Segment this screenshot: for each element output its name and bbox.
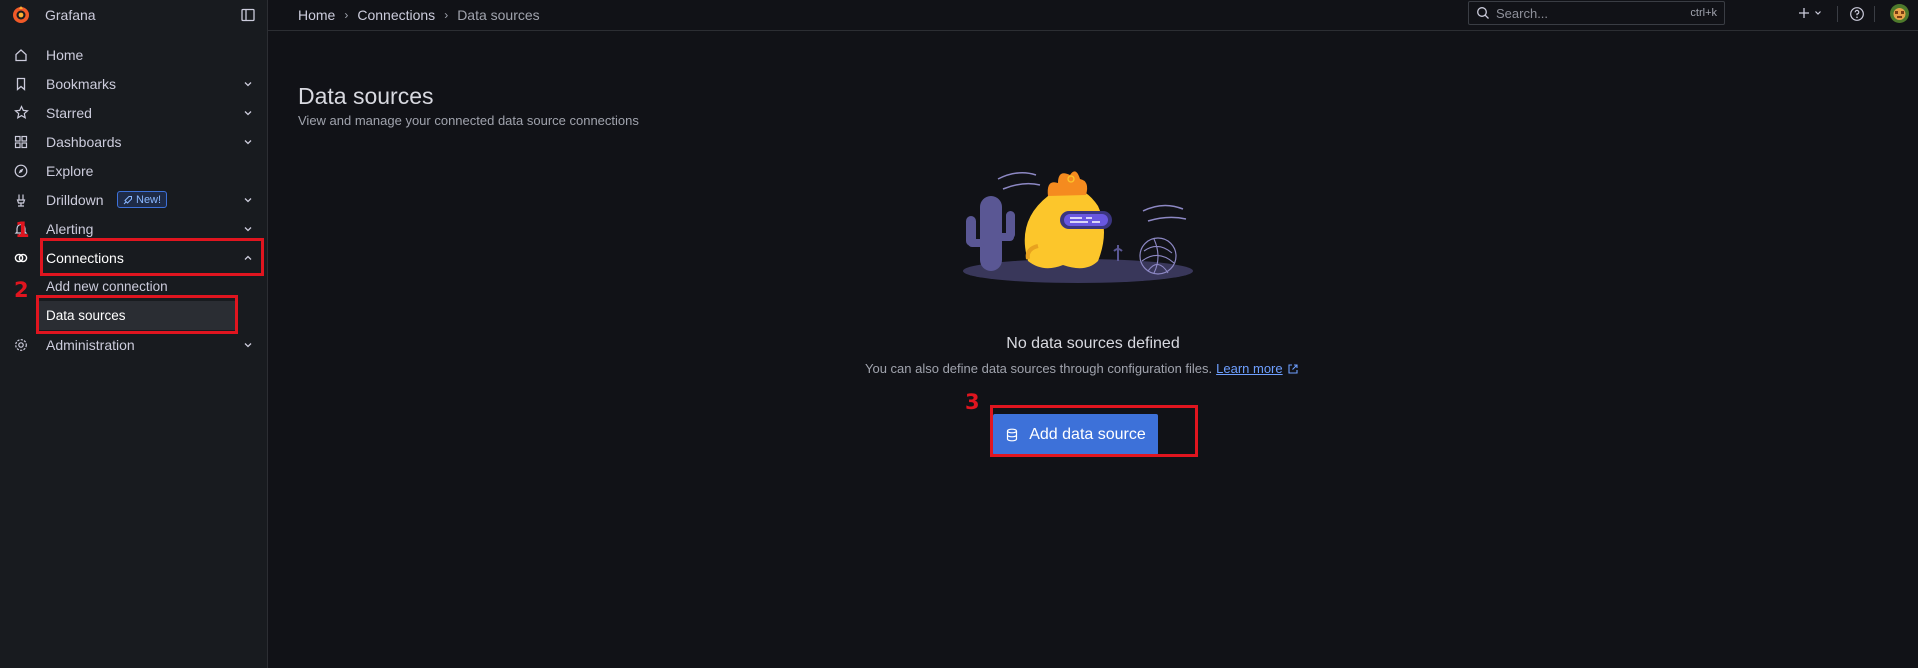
help-icon[interactable] <box>1849 6 1865 22</box>
chevron-down-icon[interactable] <box>241 77 255 91</box>
search-icon <box>1477 7 1489 19</box>
main-content: Data sources View and manage your connec… <box>268 31 1918 668</box>
sidebar-item-label: Connections <box>46 249 124 266</box>
new-badge: New! <box>117 191 168 208</box>
chevron-down-icon <box>1815 11 1821 15</box>
new-menu-button[interactable] <box>1797 5 1823 21</box>
sidebar-item-label: Explore <box>46 162 94 179</box>
chevron-down-icon[interactable] <box>241 338 255 352</box>
sidebar-item-bookmarks[interactable]: Bookmarks <box>0 69 267 98</box>
breadcrumb-separator-icon: › <box>444 8 449 22</box>
sidebar-item-label: Drilldown <box>46 191 104 208</box>
grafana-logo-icon[interactable] <box>11 5 31 25</box>
topbar-divider <box>1837 6 1838 22</box>
breadcrumb-data-sources: Data sources <box>457 7 540 23</box>
sidebar-item-label: Dashboards <box>46 133 122 150</box>
empty-state-description: You can also define data sources through… <box>865 361 1299 376</box>
annotation-number-2: 2 <box>14 278 29 302</box>
breadcrumb-separator-icon: › <box>344 8 349 22</box>
brand: Grafana <box>0 0 267 30</box>
empty-state-text: You can also define data sources through… <box>865 361 1213 376</box>
sidebar-item-alerting[interactable]: Alerting <box>0 214 267 243</box>
sidebar-item-connections[interactable]: Connections <box>0 243 267 272</box>
annotation-number-3: 3 <box>965 390 980 414</box>
drilldown-icon <box>13 192 29 208</box>
sidebar: Grafana Home Bookmarks Starred Dashboard… <box>0 0 268 668</box>
avatar[interactable] <box>1890 4 1909 23</box>
compass-icon <box>13 163 29 179</box>
page-title: Data sources <box>298 83 434 109</box>
chevron-down-icon[interactable] <box>241 193 255 207</box>
annotation-number-1: 1 <box>15 218 30 242</box>
sidebar-item-administration[interactable]: Administration <box>0 330 267 359</box>
star-icon <box>13 105 29 121</box>
search-input[interactable]: Search... ctrl+k <box>1468 1 1725 25</box>
page-subtitle: View and manage your connected data sour… <box>298 113 639 128</box>
apps-icon <box>13 134 29 150</box>
dock-menu-icon[interactable] <box>240 7 256 23</box>
chevron-down-icon[interactable] <box>241 106 255 120</box>
empty-state-title: No data sources defined <box>1006 335 1180 352</box>
plus-icon <box>1799 8 1809 18</box>
badge-label: New! <box>136 193 162 206</box>
sidebar-item-starred[interactable]: Starred <box>0 98 267 127</box>
sidebar-item-label: Alerting <box>46 220 94 237</box>
external-link-icon[interactable] <box>1287 363 1299 375</box>
link-icon <box>13 250 29 266</box>
sidebar-subitem-data-sources[interactable]: Data sources <box>38 301 237 330</box>
breadcrumb: Home › Connections › Data sources <box>298 7 540 23</box>
cog-icon <box>13 337 29 353</box>
rocket-icon <box>123 195 132 204</box>
sidebar-item-label: Starred <box>46 104 92 121</box>
search-shortcut: ctrl+k <box>1690 7 1717 19</box>
chevron-down-icon[interactable] <box>241 135 255 149</box>
breadcrumb-connections[interactable]: Connections <box>357 7 435 23</box>
topbar-divider <box>1874 6 1875 22</box>
empty-state-illustration <box>963 171 1193 283</box>
search-placeholder: Search... <box>1496 5 1549 21</box>
breadcrumb-home[interactable]: Home <box>298 7 335 23</box>
sidebar-item-label: Bookmarks <box>46 75 117 92</box>
sidebar-subitem-label: Data sources <box>46 308 126 323</box>
sidebar-subitem-add-new-connection[interactable]: Add new connection <box>0 272 267 301</box>
sidebar-item-label: Administration <box>46 336 135 353</box>
app-name: Grafana <box>45 7 96 23</box>
sidebar-item-home[interactable]: Home <box>0 40 267 69</box>
sidebar-subitem-label: Add new connection <box>46 279 168 294</box>
sidebar-item-drilldown[interactable]: Drilldown New! <box>0 185 267 214</box>
database-icon <box>1007 428 1018 441</box>
sidebar-item-label: Home <box>46 46 84 63</box>
add-data-source-label: Add data source <box>1029 425 1146 443</box>
sidebar-item-dashboards[interactable]: Dashboards <box>0 127 267 156</box>
sidebar-item-explore[interactable]: Explore <box>0 156 267 185</box>
home-icon <box>13 47 29 63</box>
chevron-down-icon[interactable] <box>241 222 255 236</box>
chevron-up-icon[interactable] <box>241 251 255 265</box>
bookmark-icon <box>13 76 29 92</box>
nav-menu: Home Bookmarks Starred Dashboards Explor… <box>0 40 267 359</box>
learn-more-link[interactable]: Learn more <box>1216 361 1282 376</box>
add-data-source-button[interactable]: Add data source <box>993 414 1158 455</box>
